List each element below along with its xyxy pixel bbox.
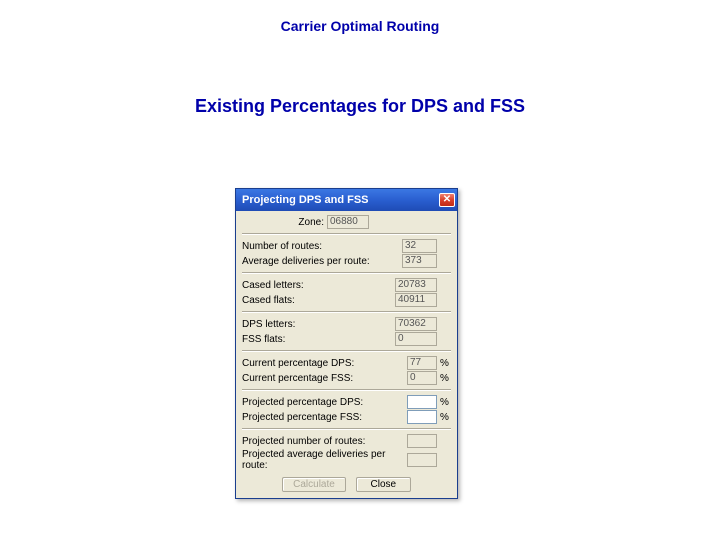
avg-deliveries-field: 373 [402,254,437,268]
proj-avg-del-field [407,453,437,467]
calculate-button[interactable]: Calculate [282,477,346,492]
dialog-content: Zone: 06880 Number of routes: 32 Average… [236,211,457,498]
zone-field: 06880 [327,215,369,229]
page-title: Carrier Optimal Routing [0,0,720,34]
cur-pct-dps-field: 77 [407,356,437,370]
fss-flats-field: 0 [395,332,437,346]
percent-label: % [437,397,451,408]
close-icon[interactable]: ✕ [439,193,455,207]
page-subtitle: Existing Percentages for DPS and FSS [0,96,720,117]
proj-pct-dps-label: Projected percentage DPS: [242,397,407,408]
proj-pct-fss-input[interactable] [407,410,437,424]
cased-letters-label: Cased letters: [242,280,395,291]
percent-label: % [437,358,451,369]
num-routes-label: Number of routes: [242,241,402,252]
percent-label: % [437,412,451,423]
cur-pct-fss-field: 0 [407,371,437,385]
separator [242,428,451,430]
separator [242,350,451,352]
proj-pct-fss-label: Projected percentage FSS: [242,412,407,423]
dialog-title: Projecting DPS and FSS [242,194,369,206]
separator [242,311,451,313]
zone-label: Zone: [242,217,327,228]
separator [242,272,451,274]
titlebar: Projecting DPS and FSS ✕ [236,189,457,211]
fss-flats-label: FSS flats: [242,334,395,345]
avg-deliveries-label: Average deliveries per route: [242,256,402,267]
dps-letters-field: 70362 [395,317,437,331]
proj-pct-dps-input[interactable] [407,395,437,409]
proj-avg-del-label: Projected average deliveries per route: [242,449,407,471]
cased-letters-field: 20783 [395,278,437,292]
separator [242,389,451,391]
separator [242,233,451,235]
close-button[interactable]: Close [356,477,411,492]
cased-flats-field: 40911 [395,293,437,307]
projecting-dialog: Projecting DPS and FSS ✕ Zone: 06880 Num… [235,188,458,499]
proj-num-routes-field [407,434,437,448]
dps-letters-label: DPS letters: [242,319,395,330]
button-row: Calculate Close [242,477,451,492]
cur-pct-fss-label: Current percentage FSS: [242,373,407,384]
num-routes-field: 32 [402,239,437,253]
cased-flats-label: Cased flats: [242,295,395,306]
proj-num-routes-label: Projected number of routes: [242,436,407,447]
percent-label: % [437,373,451,384]
cur-pct-dps-label: Current percentage DPS: [242,358,407,369]
